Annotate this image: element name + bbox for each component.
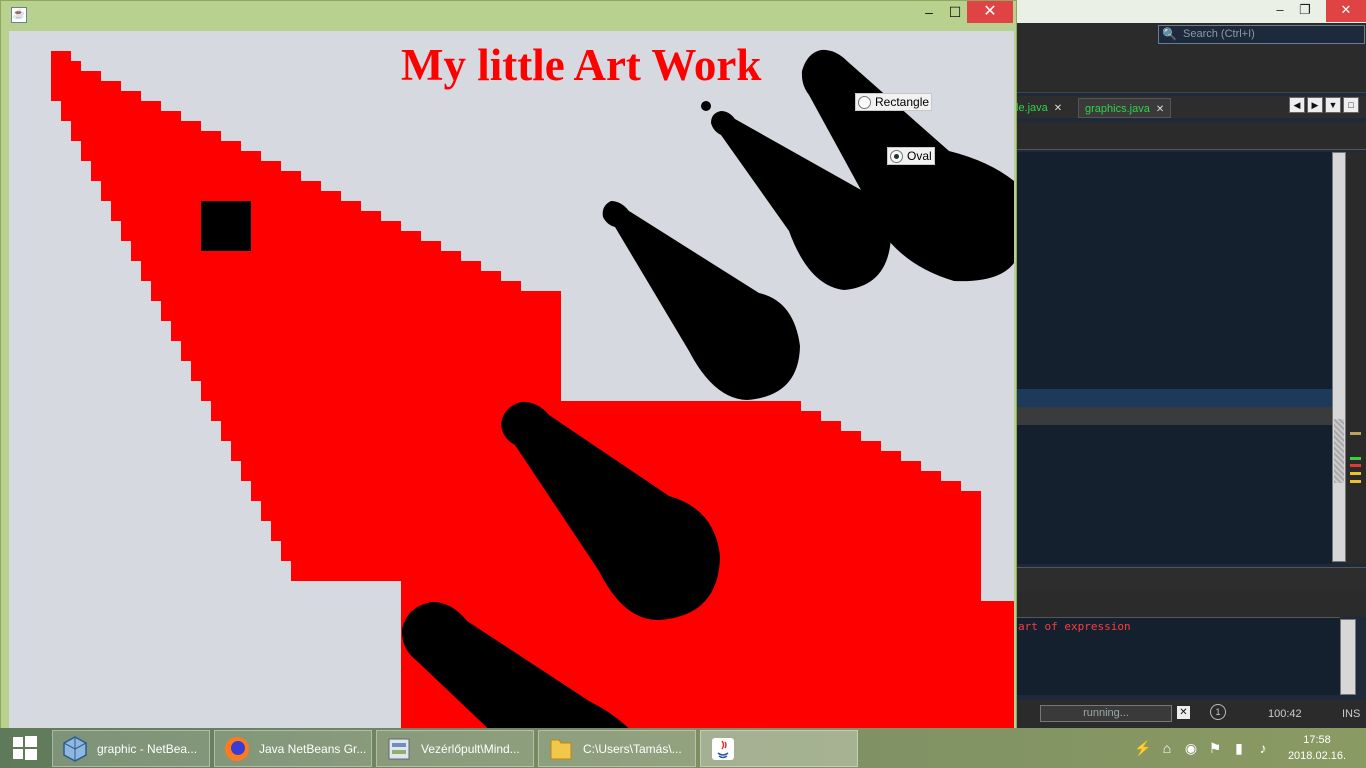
- start-button[interactable]: [0, 728, 50, 768]
- error-marker[interactable]: [1350, 464, 1361, 467]
- editor-toolbar: [1010, 122, 1366, 150]
- taskbar-item-explorer[interactable]: C:\Users\Tamás\...: [538, 730, 696, 767]
- taskbar: graphic - NetBea... Java NetBeans Gr... …: [0, 728, 1366, 768]
- drawing-canvas[interactable]: My little Art Work Rectangle Oval: [9, 31, 1014, 737]
- ok-marker[interactable]: [1350, 457, 1361, 460]
- art-drawing: [51, 49, 1014, 737]
- flag-icon[interactable]: ⚑: [1206, 728, 1224, 768]
- teardrop-middle: [602, 201, 800, 400]
- output-scrollbar[interactable]: [1340, 619, 1356, 695]
- java-icon: ☕: [11, 7, 27, 23]
- art-title: My little Art Work: [401, 40, 762, 90]
- output-error-text: art of expression: [1018, 620, 1131, 633]
- warning-marker[interactable]: [1350, 480, 1361, 483]
- insert-mode: INS: [1342, 708, 1361, 720]
- teardrop-tip-dot: [701, 101, 711, 111]
- black-square: [201, 201, 251, 251]
- error-stripe: [1346, 152, 1366, 564]
- usb-icon[interactable]: ⌂: [1158, 728, 1176, 768]
- firefox-icon: [225, 737, 249, 761]
- window-titlebar: ☕ – ☐ ✕: [1, 1, 1016, 31]
- radio-checked-icon[interactable]: [890, 150, 903, 163]
- speaker-icon[interactable]: ♪: [1254, 728, 1272, 768]
- radio-rectangle[interactable]: Rectangle: [855, 93, 933, 111]
- tab-le-java[interactable]: le.java ✕: [1010, 98, 1068, 118]
- radio-unchecked-icon[interactable]: [858, 96, 871, 109]
- netbeans-titlebar: – ❐ ✕: [1010, 0, 1366, 23]
- clock[interactable]: 17:58 2018.02.16.: [1284, 732, 1350, 764]
- netbeans-icon: [63, 736, 87, 762]
- close-icon[interactable]: ✕: [1054, 103, 1062, 114]
- output-toolbar: [1010, 591, 1366, 617]
- warning-marker[interactable]: [1350, 432, 1361, 435]
- tab-scroll-right-icon[interactable]: ▶: [1307, 97, 1323, 113]
- tab-graphics-java[interactable]: graphics.java ✕: [1078, 98, 1172, 118]
- tab-scroll-left-icon[interactable]: ◀: [1289, 97, 1305, 113]
- close-icon[interactable]: ✕: [1156, 104, 1164, 115]
- control-panel-icon: [388, 738, 410, 760]
- folder-icon: [550, 739, 572, 760]
- warning-marker[interactable]: [1350, 472, 1361, 475]
- netbeans-toolbar: Search (Ctrl+I) 🔍: [1010, 23, 1366, 93]
- close-button[interactable]: ✕: [967, 1, 1013, 23]
- highlighted-line: [1010, 389, 1332, 407]
- taskbar-item-firefox[interactable]: Java NetBeans Gr...: [214, 730, 372, 767]
- netbeans-window: – ❐ ✕ Search (Ctrl+I) 🔍 le.java ✕ graphic…: [1010, 0, 1366, 728]
- java-art-window: ☕ – ☐ ✕ My little Art Work Rectangle Ova…: [0, 0, 1017, 738]
- running-progress: running...: [1040, 705, 1172, 722]
- output-panel: art of expression: [1010, 617, 1340, 695]
- search-input[interactable]: Search (Ctrl+I): [1158, 25, 1365, 44]
- maximize-editor-icon[interactable]: □: [1343, 97, 1359, 113]
- caret-position: 100:42: [1268, 708, 1302, 720]
- scrollbar-thumb[interactable]: [1334, 419, 1344, 483]
- editor-scrollbar[interactable]: [1332, 152, 1346, 562]
- status-bar: running... ✕ 1 100:42 INS: [1010, 700, 1366, 728]
- power-icon[interactable]: ⚡: [1134, 728, 1152, 768]
- maximize-button[interactable]: ❐: [1285, 0, 1325, 22]
- code-editor[interactable]: [1010, 152, 1332, 564]
- clock-time: 17:58: [1303, 734, 1331, 746]
- taskbar-item-java[interactable]: [700, 730, 858, 767]
- radio-oval[interactable]: Oval: [887, 147, 935, 165]
- signal-icon[interactable]: ▮: [1230, 728, 1248, 768]
- network-status-icon[interactable]: ◉: [1182, 728, 1200, 768]
- notification-icon[interactable]: 1: [1210, 704, 1226, 720]
- desktop: – ❐ ✕ Search (Ctrl+I) 🔍 le.java ✕ graphic…: [0, 0, 1366, 768]
- taskbar-item-control-panel[interactable]: Vezérlőpult\Mind...: [376, 730, 534, 767]
- taskbar-item-netbeans[interactable]: graphic - NetBea...: [52, 730, 210, 767]
- search-icon: 🔍: [1162, 27, 1177, 41]
- windows-icon: [13, 736, 37, 760]
- close-button[interactable]: ✕: [1326, 0, 1366, 22]
- stop-icon[interactable]: ✕: [1177, 706, 1190, 719]
- clock-date: 2018.02.16.: [1287, 750, 1347, 762]
- output-tabs: [1010, 567, 1366, 591]
- java-icon: [712, 738, 734, 760]
- current-line: [1010, 407, 1332, 425]
- tab-list-icon[interactable]: ▼: [1325, 97, 1341, 113]
